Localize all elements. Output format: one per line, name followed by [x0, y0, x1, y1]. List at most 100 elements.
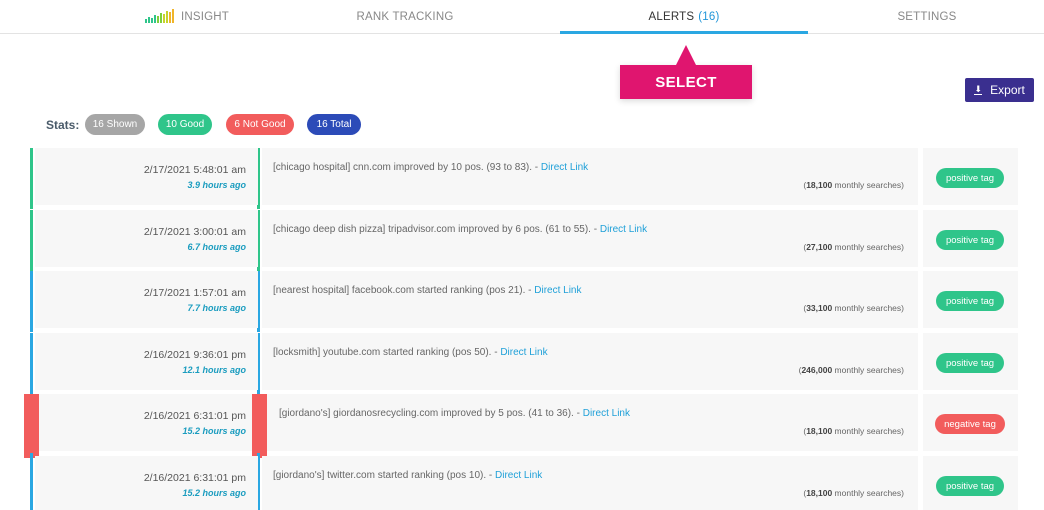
alert-message-cell: [nearest hospital] facebook.com started … — [262, 271, 918, 328]
active-tab-indicator — [560, 31, 808, 34]
alert-message-text: [chicago deep dish pizza] tripadvisor.co… — [273, 224, 600, 235]
monthly-searches-suffix: monthly searches) — [832, 488, 904, 498]
alert-time-cell: 2/17/2021 1:57:01 am 7.7 hours ago — [35, 271, 258, 328]
alert-tag-cell: positive tag — [923, 456, 1018, 510]
direct-link[interactable]: Direct Link — [600, 224, 647, 235]
alert-message-text: [giordano's] giordanosrecycling.com impr… — [279, 408, 583, 419]
monthly-searches: (246,000 monthly searches) — [798, 365, 904, 375]
monthly-searches-suffix: monthly searches) — [832, 303, 904, 313]
direct-link[interactable]: Direct Link — [534, 285, 581, 296]
monthly-searches-count: 27,100 — [806, 242, 833, 252]
positive-tag-badge[interactable]: positive tag — [936, 476, 1004, 496]
bar-chart-icon — [144, 9, 175, 23]
monthly-searches-suffix: monthly searches) — [832, 180, 904, 190]
alert-row: 2/17/2021 5:48:01 am 3.9 hours ago [chic… — [0, 148, 1044, 209]
alert-message: [chicago hospital] cnn.com improved by 1… — [273, 162, 588, 173]
monthly-searches-count: 18,100 — [806, 488, 833, 498]
positive-tag-badge[interactable]: positive tag — [936, 168, 1004, 188]
alert-message-cell: [giordano's] twitter.com started ranking… — [262, 456, 918, 510]
select-tooltip-label: SELECT — [655, 73, 717, 91]
tab-insight-label: INSIGHT — [180, 11, 230, 23]
alert-date: 2/16/2021 6:31:01 pm — [143, 410, 246, 422]
alert-age: 12.1 hours ago — [182, 365, 246, 375]
alert-age: 3.9 hours ago — [187, 180, 246, 190]
alert-time-cell: 2/17/2021 5:48:01 am 3.9 hours ago — [35, 148, 258, 205]
alert-row: 2/16/2021 6:31:01 pm 15.2 hours ago [gio… — [0, 394, 1044, 458]
alert-age: 15.2 hours ago — [182, 426, 246, 436]
tab-rank-tracking-label: RANK TRACKING — [356, 11, 454, 23]
status-line — [30, 333, 33, 394]
monthly-searches: (18,100 monthly searches) — [803, 426, 904, 436]
monthly-searches-suffix: monthly searches) — [832, 365, 904, 375]
download-icon: ⬇ — [974, 83, 983, 96]
stat-total-badge[interactable]: 16 Total — [307, 114, 361, 135]
alert-message-cell: [chicago hospital] cnn.com improved by 1… — [262, 148, 918, 205]
alert-tag-cell: positive tag — [923, 210, 1018, 267]
alert-message-cell: [chicago deep dish pizza] tripadvisor.co… — [262, 210, 918, 267]
stat-good-badge[interactable]: 10 Good — [158, 114, 212, 135]
negative-tag-badge[interactable]: negative tag — [935, 414, 1005, 434]
status-line — [30, 210, 33, 271]
stat-shown-badge[interactable]: 16 Shown — [85, 114, 145, 135]
alert-tag-cell: positive tag — [923, 148, 1018, 205]
negative-status-marker — [252, 394, 267, 458]
export-button[interactable]: ⬇ Export — [965, 78, 1034, 102]
alert-message-text: [giordano's] twitter.com started ranking… — [273, 470, 496, 481]
alert-time-cell: 2/17/2021 3:00:01 am 6.7 hours ago — [35, 210, 258, 267]
monthly-searches-suffix: monthly searches) — [832, 426, 904, 436]
monthly-searches-suffix: monthly searches) — [832, 242, 904, 252]
alert-date: 2/16/2021 9:36:01 pm — [143, 349, 246, 361]
positive-tag-badge[interactable]: positive tag — [936, 291, 1004, 311]
alert-age: 6.7 hours ago — [187, 242, 246, 252]
alert-row: 2/16/2021 6:31:01 pm 15.2 hours ago [gio… — [0, 453, 1044, 510]
status-line — [30, 271, 33, 332]
alert-date: 2/17/2021 3:00:01 am — [143, 226, 246, 238]
stat-not-good-badge[interactable]: 6 Not Good — [226, 114, 294, 135]
alert-message: [chicago deep dish pizza] tripadvisor.co… — [273, 224, 647, 235]
direct-link[interactable]: Direct Link — [541, 162, 588, 173]
tab-rank-tracking[interactable]: RANK TRACKING — [281, 0, 529, 34]
negative-status-marker — [24, 394, 39, 458]
alert-date: 2/17/2021 1:57:01 am — [143, 287, 246, 299]
monthly-searches: (27,100 monthly searches) — [803, 242, 904, 252]
alert-message-cell: [locksmith] youtube.com started ranking … — [262, 333, 918, 390]
direct-link[interactable]: Direct Link — [500, 347, 547, 358]
tab-alerts-count: (16) — [698, 11, 720, 23]
alert-row: 2/16/2021 9:36:01 pm 12.1 hours ago [loc… — [0, 333, 1044, 394]
direct-link[interactable]: Direct Link — [495, 470, 542, 481]
tab-settings[interactable]: SETTINGS — [803, 0, 1044, 34]
alert-age: 15.2 hours ago — [182, 488, 246, 498]
monthly-searches: (18,100 monthly searches) — [803, 180, 904, 190]
status-line — [30, 453, 33, 510]
alert-message: [giordano's] twitter.com started ranking… — [273, 470, 542, 481]
monthly-searches-count: 246,000 — [801, 365, 833, 375]
export-button-label: Export — [990, 83, 1025, 97]
positive-tag-badge[interactable]: positive tag — [936, 230, 1004, 250]
alert-time-cell: 2/16/2021 6:31:01 pm 15.2 hours ago — [35, 456, 258, 510]
positive-tag-badge[interactable]: positive tag — [936, 353, 1004, 373]
alert-message-text: [chicago hospital] cnn.com improved by 1… — [273, 162, 541, 173]
alert-row: 2/17/2021 1:57:01 am 7.7 hours ago [near… — [0, 271, 1044, 332]
alert-message-text: [nearest hospital] facebook.com started … — [273, 285, 535, 296]
alert-time-cell: 2/16/2021 6:31:01 pm 15.2 hours ago — [35, 394, 258, 451]
monthly-searches: (18,100 monthly searches) — [803, 488, 904, 498]
alert-message: [locksmith] youtube.com started ranking … — [273, 347, 548, 358]
tab-alerts[interactable]: ALERTS (16) — [560, 0, 808, 34]
monthly-searches-count: 18,100 — [806, 180, 833, 190]
status-line — [30, 148, 33, 209]
alert-tag-cell: positive tag — [923, 333, 1018, 390]
alert-message: [nearest hospital] facebook.com started … — [273, 285, 582, 296]
alert-tag-cell: positive tag — [923, 271, 1018, 328]
alert-time-cell: 2/16/2021 9:36:01 pm 12.1 hours ago — [35, 333, 258, 390]
select-tooltip: SELECT — [620, 45, 752, 99]
alert-message-cell: [giordano's] giordanosrecycling.com impr… — [262, 394, 918, 451]
alert-message-text: [locksmith] youtube.com started ranking … — [273, 347, 501, 358]
alert-date: 2/16/2021 6:31:01 pm — [143, 472, 246, 484]
direct-link[interactable]: Direct Link — [583, 408, 630, 419]
tab-insight[interactable]: INSIGHT — [63, 0, 311, 34]
alert-age: 7.7 hours ago — [187, 303, 246, 313]
alert-tag-cell: negative tag — [923, 394, 1018, 451]
alert-date: 2/17/2021 5:48:01 am — [143, 164, 246, 176]
tab-alerts-label: ALERTS — [648, 11, 695, 23]
top-nav: INSIGHT RANK TRACKING ALERTS (16) SETTIN… — [0, 0, 1044, 34]
